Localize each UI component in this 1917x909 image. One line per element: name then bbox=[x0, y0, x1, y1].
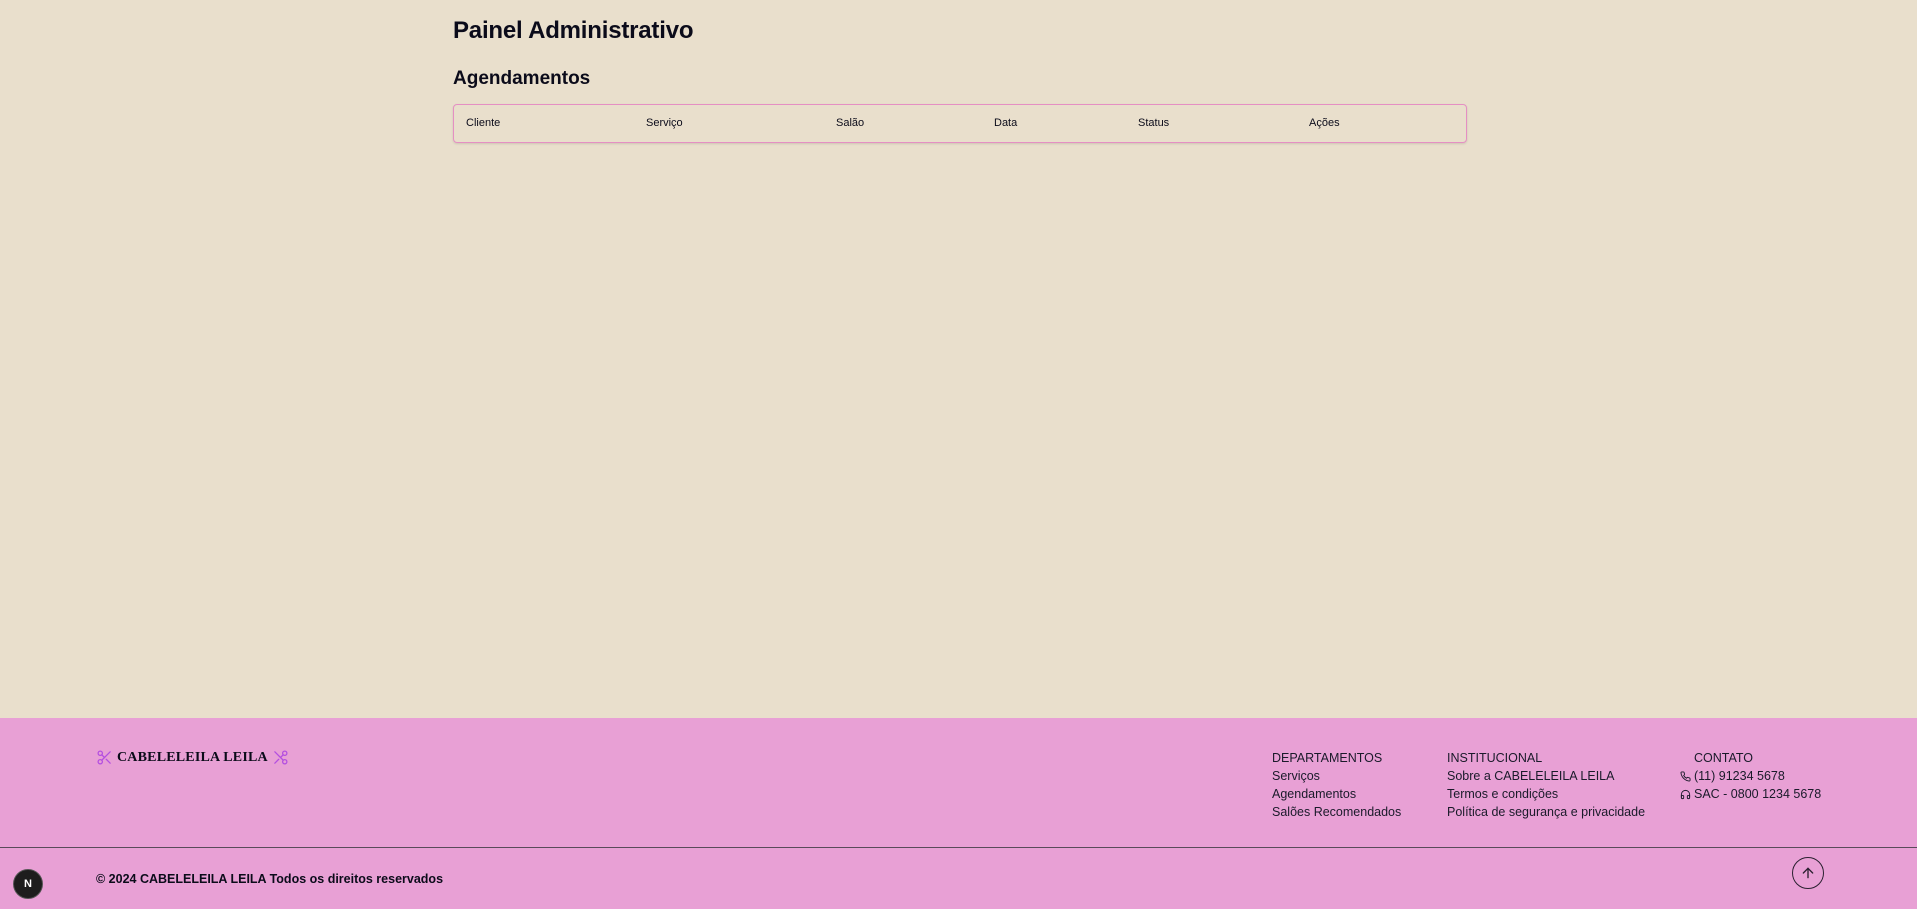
column-header-data[interactable]: Data bbox=[994, 117, 1017, 129]
footer-brand[interactable]: CABELELEILA LEILA bbox=[96, 749, 289, 766]
contact-sac-text: SAC - 0800 1234 5678 bbox=[1694, 787, 1822, 801]
footer-institucional: INSTITUCIONAL Sobre a CABELELEILA LEILA … bbox=[1447, 749, 1645, 821]
site-footer: CABELELEILA LEILA DEPARTAMENTOS Serviços… bbox=[0, 718, 1917, 909]
scissors-icon bbox=[96, 749, 113, 766]
section-title: Agendamentos bbox=[453, 68, 591, 89]
departamentos-heading: DEPARTAMENTOS bbox=[1272, 751, 1383, 765]
footer-departamentos: DEPARTAMENTOS Serviços Agendamentos Salõ… bbox=[1272, 749, 1401, 821]
appointments-table: Cliente Serviço Salão Data Status Ações bbox=[453, 104, 1467, 143]
table-header: Cliente Serviço Salão Data Status Ações bbox=[454, 105, 1466, 142]
column-header-servico[interactable]: Serviço bbox=[646, 117, 683, 129]
footer-link-politica[interactable]: Política de segurança e privacidade bbox=[1447, 803, 1645, 821]
headset-icon bbox=[1680, 789, 1691, 799]
footer-link-termos[interactable]: Termos e condições bbox=[1447, 785, 1645, 803]
footer-link-saloes-recomendados[interactable]: Salões Recomendados bbox=[1272, 803, 1401, 821]
footer-link-servicos[interactable]: Serviços bbox=[1272, 767, 1401, 785]
column-header-cliente[interactable]: Cliente bbox=[466, 117, 500, 129]
footer-link-agendamentos[interactable]: Agendamentos bbox=[1272, 785, 1401, 803]
contact-phone-text: (11) 91234 5678 bbox=[1694, 769, 1785, 783]
page-title: Painel Administrativo bbox=[453, 17, 694, 44]
copyright-text: © 2024 CABELELEILA LEILA Todos os direit… bbox=[96, 872, 444, 886]
arrow-up-icon bbox=[1802, 867, 1814, 879]
brand-name: CABELELEILA LEILA bbox=[117, 749, 268, 765]
phone-icon bbox=[1680, 770, 1691, 781]
dev-tools-badge[interactable]: N bbox=[13, 869, 43, 899]
contato-heading: CONTATO bbox=[1694, 751, 1754, 765]
contact-sac[interactable]: SAC - 0800 1234 5678 bbox=[1680, 785, 1821, 803]
footer-contato: CONTATO (11) 91234 5678 SAC - 0800 1234 … bbox=[1680, 749, 1821, 803]
scroll-to-top-button[interactable] bbox=[1792, 857, 1824, 889]
contact-phone[interactable]: (11) 91234 5678 bbox=[1680, 767, 1821, 785]
footer-divider bbox=[0, 847, 1917, 848]
footer-link-sobre[interactable]: Sobre a CABELELEILA LEILA bbox=[1447, 767, 1645, 785]
column-header-status[interactable]: Status bbox=[1138, 117, 1169, 129]
column-header-salao[interactable]: Salão bbox=[836, 117, 864, 129]
column-header-acoes[interactable]: Ações bbox=[1309, 117, 1340, 129]
scissors-icon bbox=[272, 749, 289, 766]
institucional-heading: INSTITUCIONAL bbox=[1447, 751, 1543, 765]
